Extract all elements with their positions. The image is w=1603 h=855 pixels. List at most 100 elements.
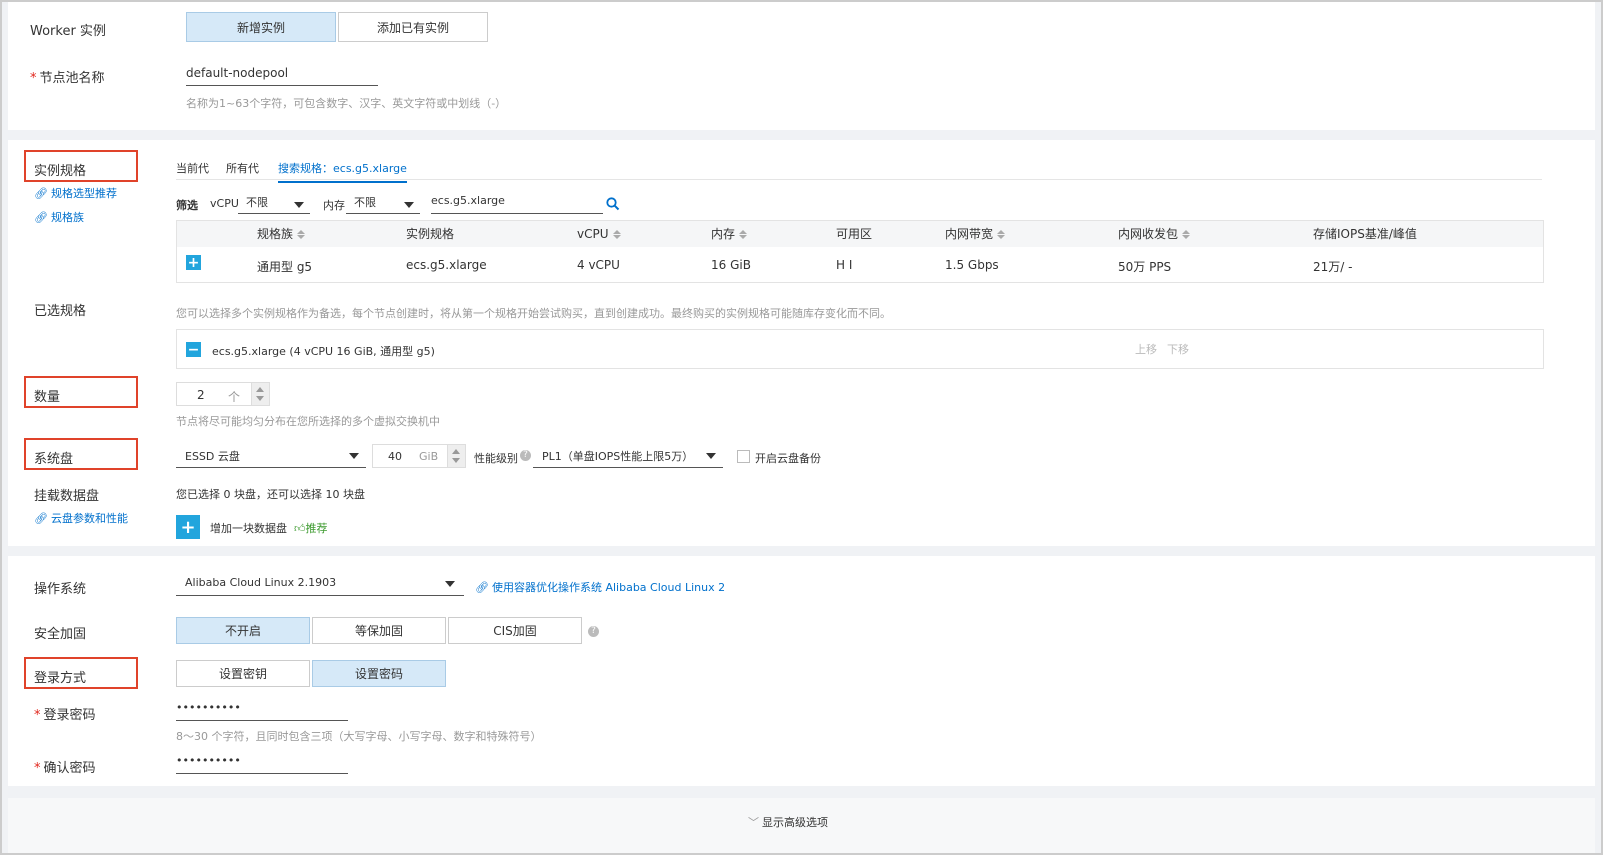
- quantity-value[interactable]: 2: [197, 388, 205, 402]
- vcpu-filter-label: vCPU: [210, 197, 239, 210]
- col-header[interactable]: 规格族: [257, 221, 306, 247]
- col-header: 实例规格: [406, 227, 455, 241]
- data-disk-info: 您已选择 0 块盘，还可以选择 10 块盘: [176, 488, 365, 501]
- help-icon[interactable]: ?: [520, 450, 531, 461]
- add-spec-plus-icon[interactable]: +: [186, 255, 201, 271]
- confirm-password-label: * 确认密码: [34, 761, 96, 776]
- spec-panel: 实例规格 🔗︎ 规格选型推荐 🔗︎ 规格族 当前代 所有代 搜索规格：ecs.g5.…: [8, 140, 1595, 546]
- spec-tabs: 当前代 所有代 搜索规格：ecs.g5.xlarge: [176, 154, 1542, 183]
- chevron-down-icon: [445, 581, 455, 587]
- sort-icon: [997, 230, 1006, 239]
- disk-size-value[interactable]: 40: [388, 450, 402, 463]
- cell-pps: 50万 PPS: [1118, 260, 1172, 274]
- system-disk-label: 系统盘: [34, 452, 74, 467]
- password-input[interactable]: ••••••••••: [176, 701, 348, 721]
- recommend-tag: 👍︎推荐: [294, 522, 328, 535]
- required-mark: *: [30, 71, 37, 86]
- os-select[interactable]: Alibaba Cloud Linux 2.1903: [176, 572, 464, 596]
- confirm-password-input[interactable]: ••••••••••: [176, 754, 348, 774]
- spec-recommend-link[interactable]: 🔗︎ 规格选型推荐: [34, 185, 117, 201]
- password-hint: 8～30 个字符，且同时包含三项（大写字母、小写字母、数字和特殊符号）: [176, 730, 542, 743]
- stepper-buttons[interactable]: [447, 445, 465, 467]
- cell-memory: 16 GiB: [711, 258, 751, 272]
- disk-type-select[interactable]: ESSD 云盘: [176, 444, 366, 468]
- cell-zone: H I: [836, 258, 853, 272]
- tab-existing-instance[interactable]: 添加已有实例: [338, 12, 488, 42]
- security-option-cis[interactable]: CIS加固: [448, 617, 582, 644]
- quantity-hint: 节点将尽可能均匀分布在您所选择的多个虚拟交换机中: [176, 415, 440, 428]
- backup-checkbox[interactable]: [737, 450, 750, 463]
- stepper-down-icon[interactable]: [256, 396, 264, 401]
- stepper-down-icon[interactable]: [452, 458, 460, 463]
- sort-icon: [1182, 230, 1191, 239]
- help-icon[interactable]: ?: [588, 626, 599, 637]
- chevron-down-icon: [294, 202, 304, 208]
- pool-name-hint: 名称为1~63个字符，可包含数字、汉字、英文字符或中划线（-）: [186, 97, 507, 110]
- selected-spec-label: 已选规格: [34, 304, 87, 319]
- optimized-os-link[interactable]: 🔗︎ 使用容器优化操作系统 Alibaba Cloud Linux 2: [475, 579, 725, 595]
- col-header[interactable]: 内网带宽: [945, 221, 1006, 247]
- add-data-disk-plus-icon[interactable]: +: [176, 515, 200, 539]
- selected-spec-item: ecs.g5.xlarge (4 vCPU 16 GiB, 通用型 g5): [212, 345, 435, 358]
- os-panel: 操作系统 Alibaba Cloud Linux 2.1903 🔗︎ 使用容器优化…: [8, 556, 1595, 786]
- spec-table: 规格族 实例规格 vCPU 内存 可用区 内网带宽 内网收发包 存储IOPS基准…: [176, 220, 1544, 283]
- login-option-password[interactable]: 设置密码: [312, 660, 446, 687]
- security-label: 安全加固: [34, 627, 87, 642]
- disk-size-unit: GiB: [419, 450, 439, 463]
- required-mark: *: [34, 761, 41, 776]
- disk-size-stepper[interactable]: 40 GiB: [372, 444, 466, 468]
- link-icon: 🔗︎: [34, 187, 48, 200]
- col-header[interactable]: vCPU: [577, 221, 621, 247]
- remove-spec-minus-icon[interactable]: −: [186, 342, 201, 358]
- move-down-link[interactable]: 下移: [1167, 341, 1189, 357]
- tab-current-gen[interactable]: 当前代: [176, 160, 209, 176]
- spec-family-link[interactable]: 🔗︎ 规格族: [34, 209, 84, 225]
- pool-name-input[interactable]: default-nodepool: [186, 66, 378, 86]
- selected-spec-box: − ecs.g5.xlarge (4 vCPU 16 GiB, 通用型 g5) …: [176, 329, 1544, 369]
- tab-search-spec[interactable]: 搜索规格：ecs.g5.xlarge: [278, 160, 407, 183]
- col-header: 可用区: [836, 227, 873, 241]
- mem-filter-label: 内存: [323, 199, 345, 212]
- stepper-up-icon[interactable]: [452, 449, 460, 454]
- add-data-disk-button[interactable]: 增加一块数据盘: [210, 520, 287, 536]
- security-option-mlps[interactable]: 等保加固: [312, 617, 446, 644]
- login-option-key[interactable]: 设置密钥: [176, 660, 310, 687]
- advanced-bar[interactable]: ﹀ 显示高级选项: [8, 798, 1595, 853]
- security-option-none[interactable]: 不开启: [176, 617, 310, 644]
- backup-label: 开启云盘备份: [755, 452, 821, 465]
- advanced-toggle[interactable]: ﹀ 显示高级选项: [748, 814, 828, 830]
- sort-icon: [739, 230, 748, 239]
- cell-bandwidth: 1.5 Gbps: [945, 258, 999, 272]
- spec-search-input[interactable]: ecs.g5.xlarge: [431, 194, 603, 214]
- table-header: 规格族 实例规格 vCPU 内存 可用区 内网带宽 内网收发包 存储IOPS基准…: [177, 221, 1543, 247]
- disk-params-link[interactable]: 🔗︎ 云盘参数和性能: [34, 510, 128, 526]
- pool-name-label: * 节点池名称: [30, 71, 105, 86]
- link-icon: 🔗︎: [475, 581, 489, 594]
- move-up-link[interactable]: 上移: [1135, 341, 1157, 357]
- chevron-down-icon: [404, 202, 414, 208]
- password-label: * 登录密码: [34, 708, 96, 723]
- quantity-stepper[interactable]: 2 个: [176, 382, 270, 406]
- stepper-buttons[interactable]: [251, 383, 269, 405]
- login-label: 登录方式: [34, 671, 87, 686]
- chevron-down-icon: [706, 453, 716, 459]
- sort-icon: [612, 230, 621, 239]
- col-header[interactable]: 内网收发包: [1118, 221, 1191, 247]
- thumbs-up-icon: 👍︎: [294, 522, 306, 535]
- worker-panel: Worker 实例 新增实例 添加已有实例 * 节点池名称 default-nod…: [8, 2, 1595, 130]
- cell-vcpu: 4 vCPU: [577, 258, 620, 272]
- search-icon[interactable]: [606, 197, 620, 211]
- col-header: 存储IOPS基准/峰值: [1313, 227, 1417, 241]
- col-header[interactable]: 内存: [711, 221, 748, 247]
- perf-level-select[interactable]: PL1（单盘IOPS性能上限5万）: [533, 444, 723, 468]
- tab-all-gen[interactable]: 所有代: [226, 160, 259, 176]
- cell-spec: ecs.g5.xlarge: [406, 258, 487, 272]
- cell-iops: 21万/ -: [1313, 260, 1353, 274]
- tab-new-instance[interactable]: 新增实例: [186, 12, 336, 42]
- stepper-up-icon[interactable]: [256, 387, 264, 392]
- page-frame: Worker 实例 新增实例 添加已有实例 * 节点池名称 default-nod…: [0, 0, 1603, 855]
- filter-label: 筛选: [176, 199, 198, 212]
- table-row: + 通用型 g5 ecs.g5.xlarge 4 vCPU 16 GiB H I…: [177, 247, 1543, 283]
- os-label: 操作系统: [34, 582, 87, 597]
- quantity-label: 数量: [34, 390, 61, 405]
